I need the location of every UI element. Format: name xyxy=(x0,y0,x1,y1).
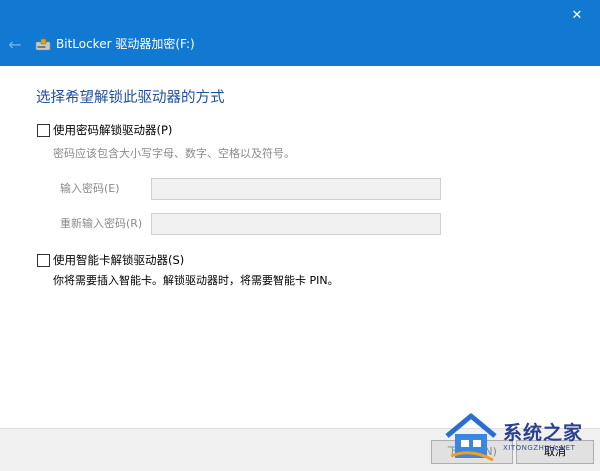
title-bar: ✕ ← BitLocker 驱动器加密(F:) xyxy=(0,0,600,66)
reenter-password-field[interactable] xyxy=(151,213,441,235)
enter-password-field[interactable] xyxy=(151,178,441,200)
password-hint: 密码应该包含大小写字母、数字、空格以及符号。 xyxy=(53,147,295,160)
password-option-label[interactable]: 使用密码解锁驱动器(P) xyxy=(53,123,172,137)
back-button[interactable]: ← xyxy=(4,35,26,55)
back-arrow-icon: ← xyxy=(8,35,22,54)
enter-password-label: 输入密码(E) xyxy=(60,182,120,195)
smartcard-hint: 你将需要插入智能卡。解锁驱动器时，将需要智能卡 PIN。 xyxy=(53,274,339,287)
bitlocker-drive-icon xyxy=(35,37,51,51)
window-title: BitLocker 驱动器加密(F:) xyxy=(56,37,195,51)
password-checkbox[interactable] xyxy=(37,124,50,137)
smartcard-checkbox[interactable] xyxy=(37,254,50,267)
watermark-subtext: XITONGZHIJIA.NET xyxy=(503,444,576,452)
reenter-password-label: 重新输入密码(R) xyxy=(60,217,143,230)
close-button[interactable]: ✕ xyxy=(554,0,600,32)
smartcard-option-label[interactable]: 使用智能卡解锁驱动器(S) xyxy=(53,253,184,267)
watermark-text: 系统之家 xyxy=(503,422,584,444)
close-icon: ✕ xyxy=(571,8,583,23)
watermark-logo: 系统之家 XITONGZHIJIA.NET xyxy=(443,410,593,464)
page-heading: 选择希望解锁此驱动器的方式 xyxy=(36,90,225,106)
house-logo-icon xyxy=(445,413,497,462)
